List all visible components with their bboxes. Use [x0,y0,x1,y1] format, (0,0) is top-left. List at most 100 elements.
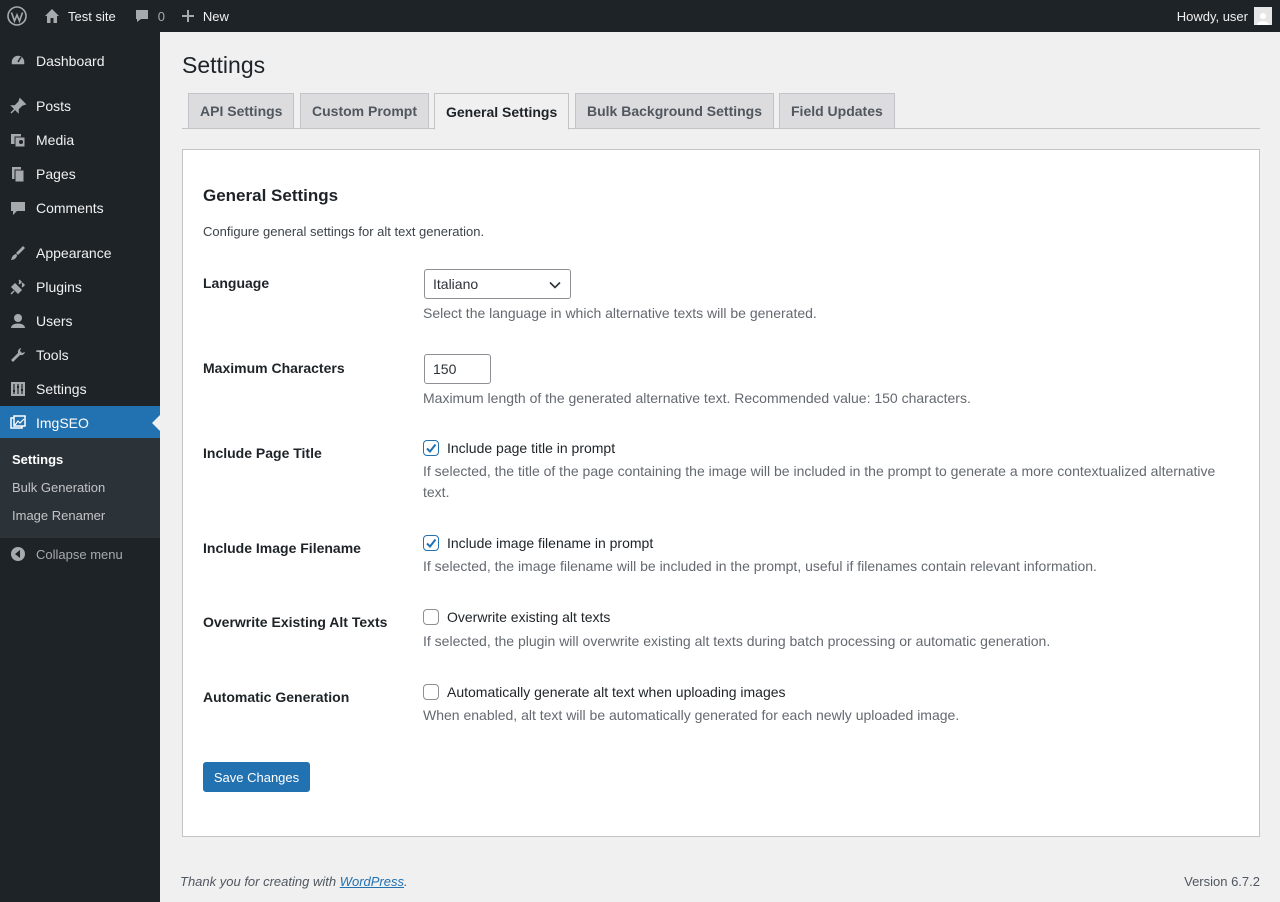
comments-link[interactable]: 0 [126,0,173,32]
page-title-checkbox[interactable] [423,440,439,456]
checkmark-icon [426,538,437,549]
page-title-checkbox-row[interactable]: Include page title in prompt [423,440,615,456]
section-heading: General Settings [203,186,339,205]
max-chars-label: Maximum Characters [203,360,345,376]
site-name: Test site [68,8,116,24]
submenu-item-settings[interactable]: Settings [12,452,63,467]
filename-option-label: Include Image Filename [203,540,361,556]
comment-icon [135,10,148,22]
overwrite-description: If selected, the plugin will overwrite e… [423,633,1051,649]
sidebar-item-appearance[interactable]: Appearance [0,236,160,270]
save-changes-button[interactable]: Save Changes [203,762,310,792]
sidebar-item-settings[interactable]: Settings [0,372,160,406]
page-title-option-label: Include Page Title [203,445,322,461]
wrench-icon [0,346,36,364]
auto-option-label: Automatic Generation [203,689,350,705]
sidebar-item-label: ImgSEO [36,415,89,431]
tab-api-settings[interactable]: API Settings [188,93,295,129]
sidebar-item-label: Dashboard [36,53,105,69]
sidebar-item-dashboard[interactable]: Dashboard [0,44,160,78]
footer-thanks-suffix: . [404,874,408,889]
wordpress-link[interactable]: WordPress [340,874,404,889]
pin-icon [0,97,36,115]
plugin-icon [0,278,36,296]
filename-description: If selected, the image filename will be … [423,558,1097,574]
my-account-link[interactable]: Howdy, user [1177,0,1280,32]
tab-general-settings[interactable]: General Settings [434,93,570,130]
imgseo-submenu: Settings Bulk Generation Image Renamer [0,438,160,538]
page-title: Settings [182,52,266,78]
media-icon [0,131,36,149]
page-title-checkbox-label: Include page title in prompt [447,440,616,456]
tab-custom-prompt[interactable]: Custom Prompt [300,93,429,129]
collapse-menu-label: Collapse menu [36,546,123,562]
section-intro: Configure general settings for alt text … [203,224,485,239]
overwrite-checkbox[interactable] [423,609,439,625]
home-icon [45,9,59,23]
sidebar-item-plugins[interactable]: Plugins [0,270,160,304]
auto-checkbox-label: Automatically generate alt text when upl… [447,684,786,700]
sidebar-item-label: Settings [36,381,87,397]
footer-thanks: Thank you for creating with WordPress. [180,874,408,889]
submenu-item-image-renamer[interactable]: Image Renamer [12,508,105,523]
language-select[interactable]: Italiano [424,269,571,299]
new-content-link[interactable]: New [173,0,237,32]
page-title-description-line2: text. [423,484,450,500]
overwrite-checkbox-row[interactable]: Overwrite existing alt texts [423,609,610,625]
images-icon [0,414,36,432]
chevron-down-icon [549,281,561,289]
user-icon [0,312,36,330]
sidebar-item-label: Tools [36,347,69,363]
sidebar-item-comments[interactable]: Comments [0,191,160,225]
checkmark-icon [426,443,437,454]
sidebar-item-label: Comments [36,200,104,216]
sidebar-item-posts[interactable]: Posts [0,89,160,123]
footer-version: Version 6.7.2 [1184,874,1260,889]
sidebar-item-media[interactable]: Media [0,123,160,157]
greeting: Howdy, user [1176,8,1248,24]
wordpress-logo-icon[interactable] [0,0,34,32]
main-content: Settings API Settings Custom Prompt Gene… [160,32,1280,902]
footer-thanks-text: Thank you for creating with [180,874,340,889]
auto-description: When enabled, alt text will be automatic… [423,707,960,723]
sidebar-item-label: Plugins [36,279,82,295]
sidebar-item-users[interactable]: Users [0,304,160,338]
comment-icon [0,199,36,217]
plus-icon [181,10,194,22]
page-title-description-line1: If selected, the title of the page conta… [423,463,1216,479]
sidebar-item-imgseo[interactable]: ImgSEO [0,406,160,440]
pages-icon [0,165,36,183]
collapse-menu-button[interactable]: Collapse menu [0,546,123,562]
max-chars-value: 150 [433,361,457,377]
dashboard-icon [0,52,36,70]
tab-bulk-background-settings[interactable]: Bulk Background Settings [575,93,775,129]
overwrite-option-label: Overwrite Existing Alt Texts [203,614,388,630]
max-chars-description: Maximum length of the generated alternat… [423,390,971,406]
tab-field-updates[interactable]: Field Updates [779,93,895,129]
sliders-icon [0,380,36,398]
sidebar-item-label: Pages [36,166,76,182]
language-description: Select the language in which alternative… [423,305,817,321]
sidebar-item-label: Appearance [36,245,112,261]
auto-checkbox[interactable] [423,684,439,700]
submenu-item-bulk-generation[interactable]: Bulk Generation [12,480,105,495]
settings-card: General Settings Configure general setti… [182,149,1260,837]
collapse-arrow-icon [0,546,36,562]
settings-tabs: API Settings Custom Prompt General Setti… [182,93,1260,130]
filename-checkbox[interactable] [423,535,439,551]
avatar [1254,7,1272,25]
new-label: New [202,8,229,24]
site-name-link[interactable]: Test site [34,0,126,32]
sidebar-item-pages[interactable]: Pages [0,157,160,191]
comments-count: 0 [157,8,165,24]
filename-checkbox-label: Include image filename in prompt [447,535,654,551]
max-chars-input[interactable]: 150 [424,354,491,384]
auto-checkbox-row[interactable]: Automatically generate alt text when upl… [423,684,786,700]
language-label: Language [203,275,270,291]
brush-icon [0,244,36,262]
overwrite-checkbox-label: Overwrite existing alt texts [447,609,611,625]
sidebar-item-tools[interactable]: Tools [0,338,160,372]
sidebar-item-label: Posts [36,98,72,114]
filename-checkbox-row[interactable]: Include image filename in prompt [423,535,653,551]
language-value: Italiano [433,276,479,292]
